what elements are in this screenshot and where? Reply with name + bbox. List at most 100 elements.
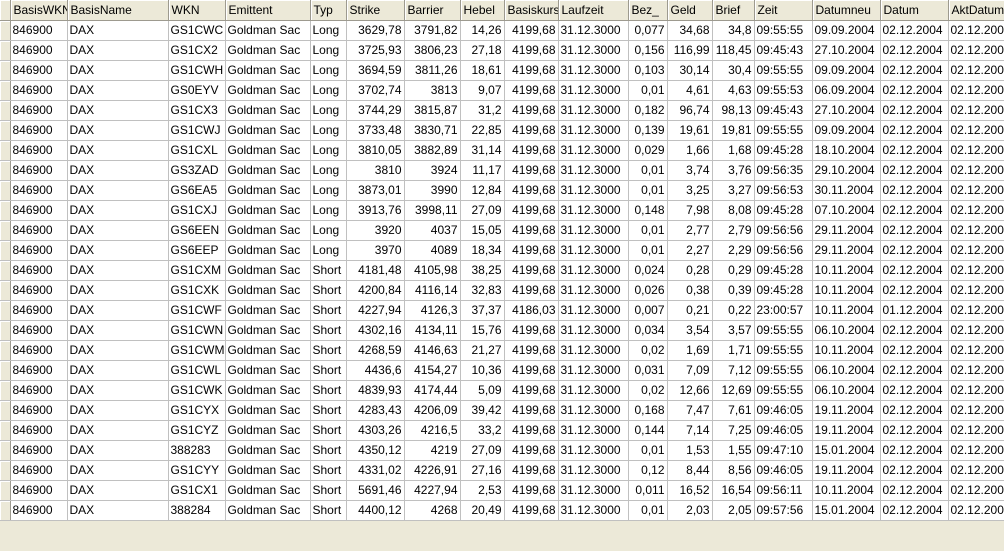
table-cell[interactable]: 846900 <box>10 420 68 441</box>
table-row[interactable]: 846900 DAX 388284 Goldman Sac Short 4400,12 42… <box>0 500 1004 521</box>
table-cell[interactable]: 3744,29 <box>346 100 405 121</box>
table-cell[interactable]: 02.12.2004 <box>880 100 949 121</box>
table-cell[interactable]: 7,98 <box>667 200 713 221</box>
table-cell[interactable]: 18,34 <box>460 240 505 261</box>
table-cell[interactable]: Short <box>310 480 347 501</box>
table-cell[interactable]: 31.12.3000 <box>558 260 629 281</box>
table-cell[interactable]: Short <box>310 360 347 381</box>
table-cell[interactable]: 3913,76 <box>346 200 405 221</box>
table-cell[interactable]: 02.12.2004 <box>880 80 949 101</box>
table-cell[interactable]: DAX <box>67 340 169 361</box>
table-cell[interactable]: 846900 <box>10 140 68 161</box>
table-cell[interactable]: 0,01 <box>628 160 668 181</box>
table-cell[interactable]: 06.09.2004 <box>812 80 881 101</box>
table-cell[interactable]: 09:55:55 <box>754 20 813 41</box>
column-header[interactable]: BasisName <box>67 0 169 21</box>
table-cell[interactable]: 846900 <box>10 480 68 501</box>
row-selector[interactable] <box>0 80 11 101</box>
table-cell[interactable]: DAX <box>67 260 169 281</box>
table-cell[interactable]: DAX <box>67 40 169 61</box>
table-cell[interactable]: 02.12.2004 <box>948 60 1004 81</box>
table-cell[interactable]: 31.12.3000 <box>558 200 629 221</box>
row-selector[interactable] <box>0 500 11 521</box>
column-header[interactable]: Bez_ <box>628 0 668 21</box>
table-cell[interactable]: 27,16 <box>460 460 505 481</box>
table-row[interactable]: 846900 DAX GS1CWF Goldman Sac Short 4227,94 41… <box>0 300 1004 321</box>
table-cell[interactable]: Goldman Sac <box>225 340 311 361</box>
table-cell[interactable]: 4199,68 <box>504 200 559 221</box>
table-cell[interactable]: 846900 <box>10 100 68 121</box>
table-cell[interactable]: 12,84 <box>460 180 505 201</box>
table-cell[interactable]: Goldman Sac <box>225 480 311 501</box>
column-header[interactable]: Basiskurs <box>504 0 559 21</box>
table-cell[interactable]: 02.12.2004 <box>948 160 1004 181</box>
table-cell[interactable]: 02.12.2004 <box>948 320 1004 341</box>
table-cell[interactable]: 4199,68 <box>504 460 559 481</box>
table-cell[interactable]: 0,02 <box>628 340 668 361</box>
table-cell[interactable]: 3873,01 <box>346 180 405 201</box>
row-selector[interactable] <box>0 380 11 401</box>
table-cell[interactable]: 31.12.3000 <box>558 160 629 181</box>
table-cell[interactable]: 0,029 <box>628 140 668 161</box>
table-cell[interactable]: GS6EA5 <box>168 180 226 201</box>
table-cell[interactable]: 31.12.3000 <box>558 300 629 321</box>
table-cell[interactable]: Goldman Sac <box>225 260 311 281</box>
table-cell[interactable]: 4199,68 <box>504 440 559 461</box>
row-selector[interactable] <box>0 420 11 441</box>
row-selector[interactable] <box>0 480 11 501</box>
table-cell[interactable]: 3998,11 <box>404 200 461 221</box>
table-cell[interactable]: GS1CWL <box>168 360 226 381</box>
table-cell[interactable]: Long <box>310 180 347 201</box>
table-cell[interactable]: 1,68 <box>712 140 755 161</box>
table-cell[interactable]: 846900 <box>10 460 68 481</box>
table-row[interactable]: 846900 DAX GS1CWH Goldman Sac Long 3694,59 381… <box>0 60 1004 81</box>
table-cell[interactable]: Goldman Sac <box>225 500 311 521</box>
table-cell[interactable]: 388283 <box>168 440 226 461</box>
table-cell[interactable]: 3725,93 <box>346 40 405 61</box>
table-cell[interactable]: 31.12.3000 <box>558 240 629 261</box>
table-cell[interactable]: 3810 <box>346 160 405 181</box>
table-cell[interactable]: 15,76 <box>460 320 505 341</box>
table-cell[interactable]: 98,13 <box>712 100 755 121</box>
table-cell[interactable]: 29.11.2004 <box>812 240 881 261</box>
table-cell[interactable]: 15.01.2004 <box>812 500 881 521</box>
table-cell[interactable]: 02.12.2004 <box>880 60 949 81</box>
table-cell[interactable]: 0,139 <box>628 120 668 141</box>
table-cell[interactable]: 4126,3 <box>404 300 461 321</box>
table-cell[interactable]: 09:55:55 <box>754 60 813 81</box>
row-selector[interactable] <box>0 300 11 321</box>
table-cell[interactable]: 3,54 <box>667 320 713 341</box>
table-cell[interactable]: 02.12.2004 <box>880 280 949 301</box>
table-cell[interactable]: Short <box>310 400 347 421</box>
table-cell[interactable]: Goldman Sac <box>225 240 311 261</box>
table-cell[interactable]: Goldman Sac <box>225 200 311 221</box>
table-cell[interactable]: 22,85 <box>460 120 505 141</box>
table-cell[interactable]: 16,54 <box>712 480 755 501</box>
table-cell[interactable]: GS1CXJ <box>168 200 226 221</box>
table-cell[interactable]: GS6EEN <box>168 220 226 241</box>
table-cell[interactable]: 0,144 <box>628 420 668 441</box>
table-cell[interactable]: 31.12.3000 <box>558 360 629 381</box>
table-cell[interactable]: GS1CWC <box>168 20 226 41</box>
table-cell[interactable]: DAX <box>67 280 169 301</box>
table-cell[interactable]: 4199,68 <box>504 80 559 101</box>
table-cell[interactable]: 1,69 <box>667 340 713 361</box>
table-cell[interactable]: 4227,94 <box>346 300 405 321</box>
column-header[interactable]: Brief <box>712 0 755 21</box>
table-row[interactable]: 846900 DAX GS6EA5 Goldman Sac Long 3873,01 399… <box>0 180 1004 201</box>
table-cell[interactable]: 7,12 <box>712 360 755 381</box>
row-selector[interactable] <box>0 220 11 241</box>
table-cell[interactable]: 8,44 <box>667 460 713 481</box>
table-cell[interactable]: 31.12.3000 <box>558 340 629 361</box>
table-cell[interactable]: 4436,6 <box>346 360 405 381</box>
table-cell[interactable]: 388284 <box>168 500 226 521</box>
table-cell[interactable]: 09:55:53 <box>754 80 813 101</box>
table-cell[interactable]: Long <box>310 240 347 261</box>
table-cell[interactable]: 10.11.2004 <box>812 340 881 361</box>
table-cell[interactable]: 3,25 <box>667 180 713 201</box>
table-cell[interactable]: Goldman Sac <box>225 320 311 341</box>
table-cell[interactable]: 7,47 <box>667 400 713 421</box>
column-header[interactable]: Zeit <box>754 0 813 21</box>
table-cell[interactable]: 02.12.2004 <box>880 400 949 421</box>
column-header[interactable]: AktDatum <box>948 0 1004 21</box>
